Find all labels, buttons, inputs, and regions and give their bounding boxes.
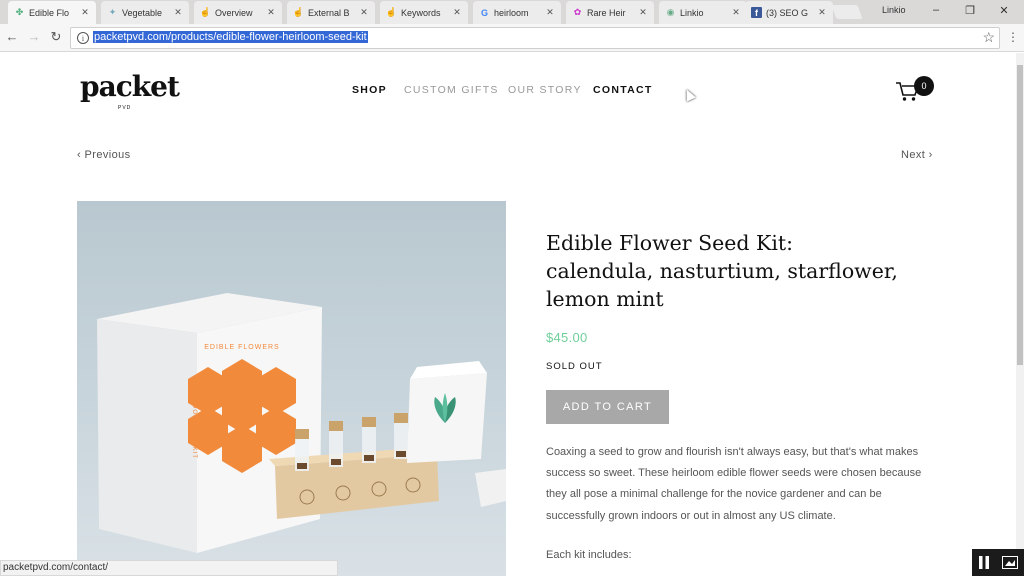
- puzzle-icon: ✦: [108, 7, 117, 17]
- linkio-icon: ◉: [666, 7, 675, 17]
- pause-icon[interactable]: [978, 556, 990, 569]
- tab-seo-group[interactable]: f (3) SEO G ✕: [745, 1, 833, 24]
- new-tab-button[interactable]: [831, 5, 863, 19]
- picture-in-picture-icon[interactable]: [1002, 556, 1018, 569]
- site-logo-sub: PVD: [118, 105, 132, 111]
- tab-heirloom[interactable]: G heirloom ✕: [473, 1, 561, 24]
- address-bar[interactable]: i packetpvd.com/products/edible-flower-h…: [70, 27, 1000, 49]
- next-link[interactable]: Next ›: [901, 149, 933, 161]
- browser-toolbar: ← → ↻ i packetpvd.com/products/edible-fl…: [0, 24, 1024, 52]
- forward-icon[interactable]: →: [26, 29, 42, 44]
- product-photo: EDIBLE FLOWERS HEIRLOOM SEED KIT: [77, 201, 506, 576]
- tab-label: Rare Heir: [587, 7, 626, 18]
- product-price: $45.00: [546, 330, 588, 345]
- site-logo[interactable]: packet: [80, 70, 180, 103]
- box-side-label: HEIRLOOM SEED KIT: [191, 381, 197, 459]
- nav-shop[interactable]: SHOP: [352, 84, 387, 96]
- stock-status: SOLD OUT: [546, 361, 603, 372]
- tab-label: Edible Flo: [29, 7, 70, 18]
- nav-custom-gifts[interactable]: CUSTOM GIFTS: [404, 84, 499, 96]
- tab-vegetable[interactable]: ✦ Vegetable ✕: [101, 1, 189, 24]
- tab-label: Vegetable: [122, 7, 163, 18]
- add-to-cart-button[interactable]: ADD TO CART: [546, 390, 669, 424]
- close-icon[interactable]: ✕: [359, 7, 369, 18]
- cart-count-badge[interactable]: 0: [914, 76, 934, 96]
- mouse-cursor: [682, 87, 696, 102]
- tab-label: Keywords: [401, 7, 441, 18]
- profile-name[interactable]: Linkio: [882, 5, 906, 15]
- seed-kit-illustration: EDIBLE FLOWERS HEIRLOOM SEED KIT: [97, 293, 506, 553]
- tab-linkio[interactable]: ◉ Linkio ✕: [659, 1, 747, 24]
- hand-pointer-icon: ☝: [199, 7, 212, 17]
- tab-label: External B: [308, 7, 350, 18]
- kit-includes-heading: Each kit includes:: [546, 549, 632, 561]
- flower-icon: ✿: [573, 7, 582, 17]
- tab-label: Overview: [215, 7, 253, 18]
- url-text[interactable]: packetpvd.com/products/edible-flower-hei…: [93, 31, 368, 43]
- minimize-icon[interactable]: –: [928, 4, 944, 16]
- tab-label: (3) SEO G: [766, 7, 809, 18]
- hand-pointer-icon: ☝: [292, 7, 305, 17]
- window-close-icon[interactable]: ✕: [996, 4, 1012, 17]
- nav-contact[interactable]: CONTACT: [593, 84, 653, 96]
- info-icon[interactable]: i: [77, 32, 89, 44]
- tab-strip: ✤ Edible Flo ✕ ✦ Vegetable ✕ ☝ Overview …: [0, 0, 1024, 24]
- box-label: EDIBLE FLOWERS: [204, 344, 279, 351]
- tab-keywords[interactable]: ☝ Keywords ✕: [380, 1, 468, 24]
- nav-our-story[interactable]: OUR STORY: [508, 84, 582, 96]
- bookmark-star-icon[interactable]: ☆: [982, 29, 995, 46]
- title-line: Edible Flower Seed Kit:: [546, 231, 794, 255]
- leaf-icon: ✤: [15, 7, 24, 17]
- previous-link[interactable]: ‹ Previous: [77, 149, 131, 161]
- tab-overview[interactable]: ☝ Overview ✕: [194, 1, 282, 24]
- hand-pointer-icon: ☝: [385, 7, 398, 17]
- close-icon[interactable]: ✕: [80, 7, 90, 18]
- close-icon[interactable]: ✕: [173, 7, 183, 18]
- menu-dots-icon[interactable]: ⋮: [1007, 30, 1019, 44]
- close-icon[interactable]: ✕: [731, 7, 741, 18]
- tab-label: Linkio: [680, 7, 704, 18]
- title-line: calendula, nasturtium, starflower,: [546, 259, 898, 283]
- close-icon[interactable]: ✕: [545, 7, 555, 18]
- google-icon: G: [480, 7, 488, 18]
- title-line: lemon mint: [546, 287, 664, 311]
- tab-label: heirloom: [494, 7, 529, 18]
- video-overlay-controls: [972, 549, 1024, 576]
- product-title: Edible Flower Seed Kit: calendula, nastu…: [546, 229, 926, 313]
- status-bar-url: packetpvd.com/contact/: [0, 560, 338, 576]
- facebook-icon: f: [751, 7, 762, 18]
- scrollbar-thumb[interactable]: [1017, 65, 1023, 365]
- tab-edible-flower[interactable]: ✤ Edible Flo ✕: [8, 1, 96, 24]
- product-description: Coaxing a seed to grow and flourish isn'…: [546, 446, 922, 522]
- web-page: packet PVD SHOP CUSTOM GIFTS OUR STORY C…: [0, 53, 1016, 576]
- close-icon[interactable]: ✕: [452, 7, 462, 18]
- page-scrollbar[interactable]: [1016, 53, 1024, 576]
- tab-external[interactable]: ☝ External B ✕: [287, 1, 375, 24]
- close-icon[interactable]: ✕: [266, 7, 276, 18]
- tab-rare-heirloom[interactable]: ✿ Rare Heir ✕: [566, 1, 654, 24]
- reload-icon[interactable]: ↻: [48, 29, 64, 45]
- close-icon[interactable]: ✕: [817, 7, 827, 18]
- back-icon[interactable]: ←: [4, 29, 20, 44]
- close-icon[interactable]: ✕: [638, 7, 648, 18]
- restore-icon[interactable]: ❐: [962, 4, 978, 17]
